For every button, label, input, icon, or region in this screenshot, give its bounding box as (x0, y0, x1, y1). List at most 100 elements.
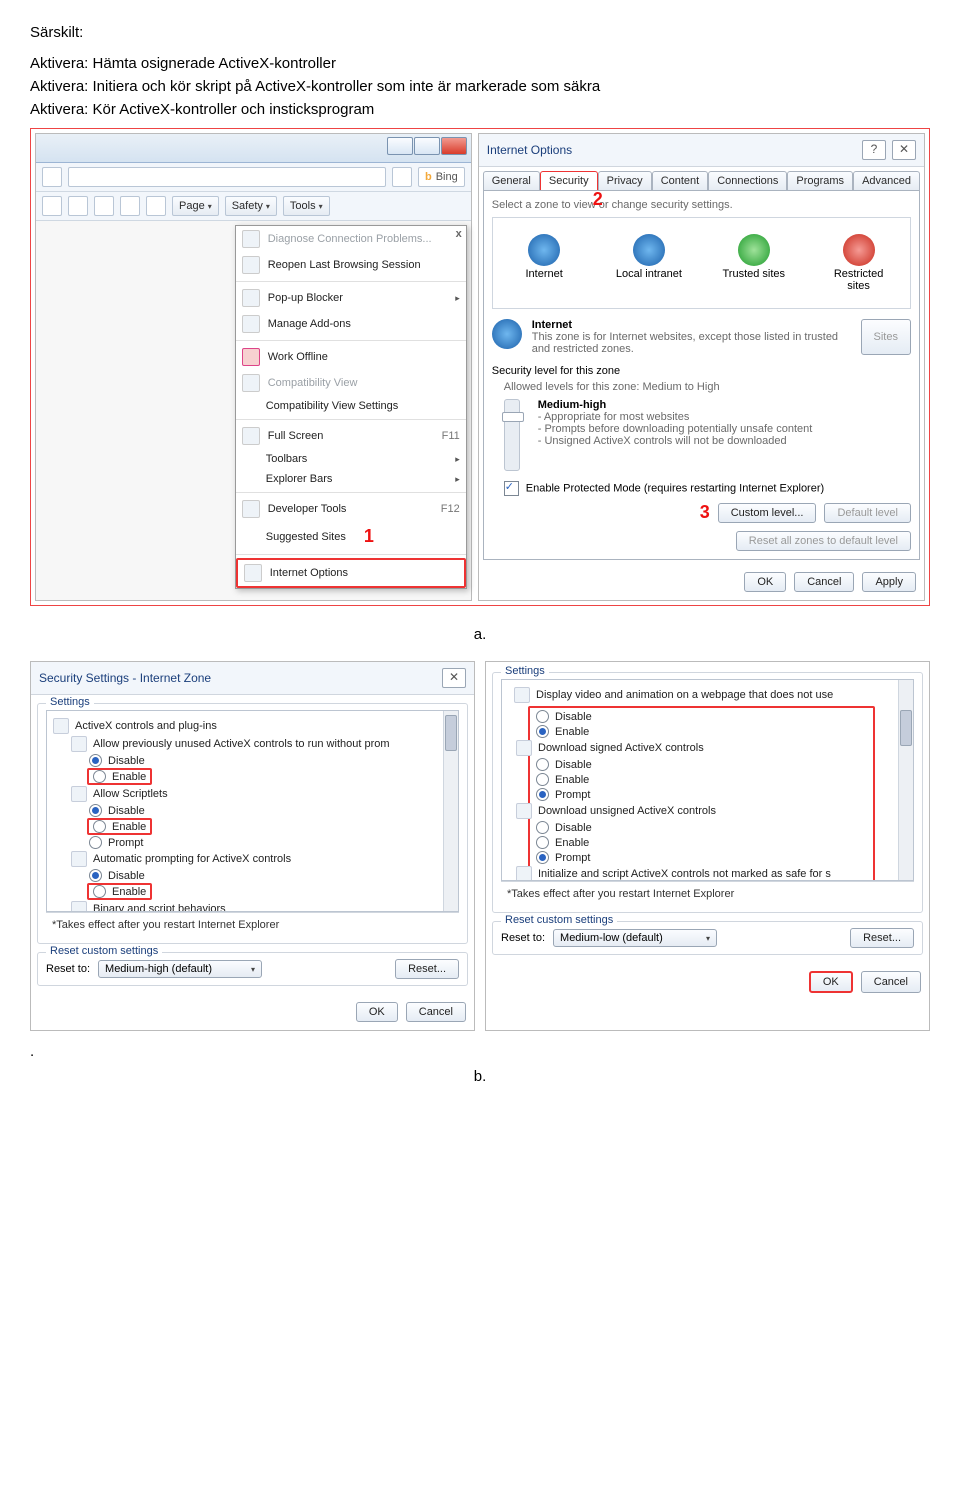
reset-button[interactable]: Reset... (395, 959, 459, 979)
tab-privacy[interactable]: Privacy (598, 171, 652, 190)
address-bar[interactable] (68, 167, 386, 187)
back-button[interactable] (42, 167, 62, 187)
radio-disable[interactable] (89, 804, 102, 817)
globe-icon-large (492, 319, 522, 349)
reset-zones-button[interactable]: Reset all zones to default level (736, 531, 911, 551)
mi-fullscreen[interactable]: Full ScreenF11 (236, 423, 466, 449)
heading-sarskilt: Särskilt: (30, 24, 930, 41)
cancel-button[interactable]: Cancel (794, 572, 854, 592)
print-icon[interactable] (146, 196, 166, 216)
reopen-icon (242, 256, 260, 274)
fullscreen-icon (242, 427, 260, 445)
item-icon (71, 901, 87, 912)
protected-mode-checkbox[interactable] (504, 481, 519, 496)
menu-close-x[interactable]: x (456, 228, 462, 240)
ok-button[interactable]: OK (809, 971, 853, 993)
help-button[interactable]: ? (862, 140, 886, 160)
sites-button[interactable]: Sites (861, 319, 911, 355)
globe-icon (528, 234, 560, 266)
default-level-button[interactable]: Default level (824, 503, 911, 523)
marker-1: 1 (364, 526, 374, 547)
compat-icon (242, 374, 260, 392)
tree-scrollbar[interactable] (443, 711, 458, 911)
figure-label-b: b. (30, 1068, 930, 1085)
close-button[interactable] (441, 137, 467, 155)
dialog-close-button[interactable]: ✕ (892, 140, 916, 160)
allowed-levels: Allowed levels for this zone: Medium to … (504, 381, 911, 393)
reset-group-label: Reset custom settings (501, 914, 617, 926)
security-slider[interactable] (504, 399, 520, 471)
tab-connections[interactable]: Connections (708, 171, 787, 190)
radio-disable[interactable] (536, 710, 549, 723)
mi-internet-options[interactable]: Internet Options (236, 558, 466, 588)
search-box[interactable]: bBing (418, 167, 465, 187)
mi-reopen[interactable]: Reopen Last Browsing Session (236, 252, 466, 278)
radio-enable[interactable] (93, 885, 106, 898)
radio-disable[interactable] (89, 869, 102, 882)
mi-diagnose[interactable]: Diagnose Connection Problems... (236, 226, 466, 252)
dialog-close-button[interactable]: ✕ (442, 668, 466, 688)
mi-compat[interactable]: Compatibility View (236, 370, 466, 396)
zone-internet[interactable]: Internet (509, 234, 579, 292)
radio-disable[interactable] (536, 758, 549, 771)
mi-explorerbars[interactable]: Explorer Bars▸ (236, 469, 466, 489)
radio-disable[interactable] (89, 754, 102, 767)
zone-restricted[interactable]: Restricted sites (824, 234, 894, 292)
item-icon (514, 687, 530, 703)
security-settings-right: Settings Display video and animation on … (485, 661, 930, 1031)
devtools-icon (242, 500, 260, 518)
protected-mode-label: Enable Protected Mode (requires restarti… (526, 482, 824, 494)
tree-scrollbar[interactable] (898, 680, 913, 880)
tab-security[interactable]: Security (540, 171, 598, 190)
radio-enable[interactable] (536, 836, 549, 849)
apply-button[interactable]: Apply (862, 572, 916, 592)
reset-combo[interactable]: Medium-high (default)▾ (98, 960, 262, 978)
settings-tree[interactable]: ActiveX controls and plug-ins Allow prev… (46, 710, 459, 912)
marker-2: 2 (593, 189, 603, 210)
max-button[interactable] (414, 137, 440, 155)
ok-button[interactable]: OK (356, 1002, 398, 1022)
tab-programs[interactable]: Programs (787, 171, 853, 190)
custom-level-button[interactable]: Custom level... (718, 503, 817, 523)
radio-enable[interactable] (93, 770, 106, 783)
radio-prompt[interactable] (536, 851, 549, 864)
safety-menu[interactable]: Safety▾ (225, 196, 277, 216)
zone-trusted[interactable]: Trusted sites (719, 234, 789, 292)
ie-window-left: bBing Page▾ Safety▾ Tools▾ x Diagnose Co… (35, 133, 472, 601)
cancel-button[interactable]: Cancel (861, 971, 921, 993)
zone-intranet[interactable]: Local intranet (614, 234, 684, 292)
ok-button[interactable]: OK (744, 572, 786, 592)
radio-prompt[interactable] (89, 836, 102, 849)
radio-enable[interactable] (536, 725, 549, 738)
mi-suggested[interactable]: Suggested Sites 1 (236, 522, 466, 551)
mi-popup[interactable]: Pop-up Blocker▸ (236, 285, 466, 311)
reset-combo[interactable]: Medium-low (default)▾ (553, 929, 717, 947)
cancel-button[interactable]: Cancel (406, 1002, 466, 1022)
tab-content[interactable]: Content (652, 171, 709, 190)
favorites-icon[interactable] (42, 196, 62, 216)
tab-advanced[interactable]: Advanced (853, 171, 920, 190)
radio-enable[interactable] (536, 773, 549, 786)
min-button[interactable] (387, 137, 413, 155)
home-icon[interactable] (68, 196, 88, 216)
radio-disable[interactable] (536, 821, 549, 834)
mi-addons[interactable]: Manage Add-ons (236, 311, 466, 337)
mi-offline[interactable]: Work Offline (236, 344, 466, 370)
tab-general[interactable]: General (483, 171, 540, 190)
mi-compat-settings[interactable]: Compatibility View Settings (236, 396, 466, 416)
settings-tree[interactable]: Display video and animation on a webpage… (501, 679, 914, 881)
feeds-icon[interactable] (94, 196, 114, 216)
radio-enable[interactable] (93, 820, 106, 833)
reset-button[interactable]: Reset... (850, 928, 914, 948)
item-icon (516, 740, 532, 756)
mi-toolbars[interactable]: Toolbars▸ (236, 449, 466, 469)
mail-icon[interactable] (120, 196, 140, 216)
tools-menu[interactable]: Tools▾ (283, 196, 330, 216)
item-icon (516, 803, 532, 819)
intranet-icon (633, 234, 665, 266)
mi-devtools[interactable]: Developer ToolsF12 (236, 496, 466, 522)
page-menu[interactable]: Page▾ (172, 196, 219, 216)
refresh-button[interactable] (392, 167, 412, 187)
radio-prompt[interactable] (536, 788, 549, 801)
item-icon (516, 866, 532, 881)
